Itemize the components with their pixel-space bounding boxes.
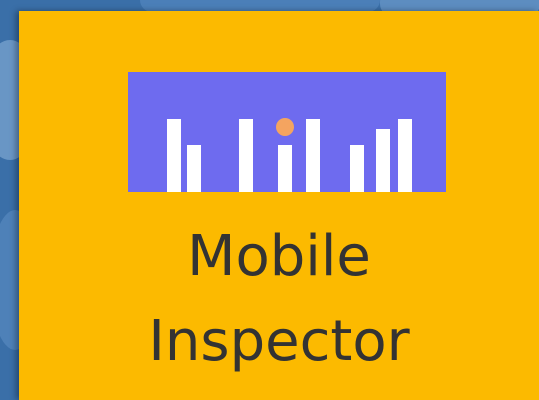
bar-chart-logo-icon	[128, 72, 446, 192]
desktop-background: Mobile Inspector	[0, 0, 539, 400]
app-title-line2: Inspector	[148, 309, 410, 374]
app-title-line1: Mobile	[187, 224, 371, 289]
app-tile-mobile-inspector[interactable]: Mobile Inspector	[19, 11, 539, 400]
